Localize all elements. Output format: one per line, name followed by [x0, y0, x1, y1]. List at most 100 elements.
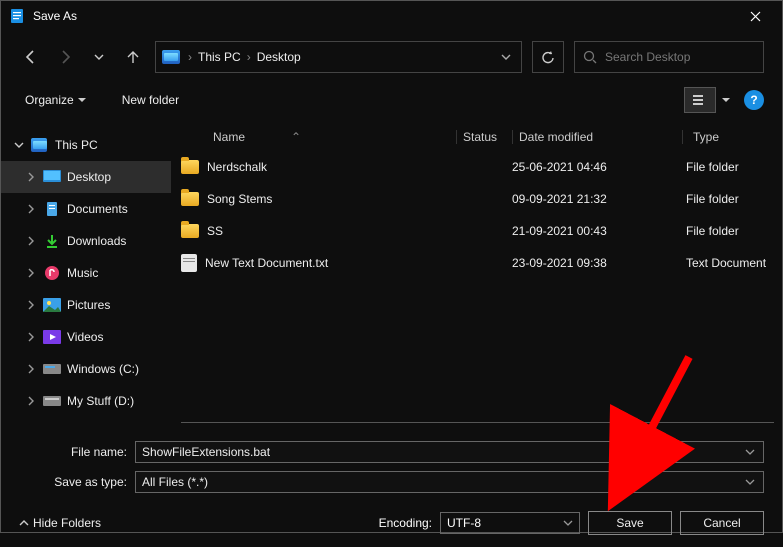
sort-caret-icon: ⌃ — [291, 130, 301, 144]
chevron-right-icon — [25, 236, 37, 246]
toolbar: Organize New folder ? — [1, 83, 782, 123]
address-bar[interactable]: › This PC › Desktop — [155, 41, 522, 73]
file-name: Song Stems — [207, 192, 272, 206]
column-headers: Name⌃ Status Date modified Type — [171, 123, 782, 151]
chevron-right-icon: › — [188, 50, 192, 64]
file-name: New Text Document.txt — [205, 256, 328, 270]
chevron-right-icon — [25, 204, 37, 214]
tree-videos[interactable]: Videos — [1, 321, 171, 353]
search-input[interactable]: Search Desktop — [574, 41, 764, 73]
search-placeholder: Search Desktop — [605, 50, 690, 64]
view-dropdown[interactable] — [720, 94, 732, 106]
horizontal-scrollbar[interactable] — [181, 422, 774, 423]
filename-row: File name: — [1, 437, 782, 467]
back-button[interactable] — [19, 45, 43, 69]
forward-button[interactable] — [53, 45, 77, 69]
file-date: 25-06-2021 04:46 — [512, 160, 682, 174]
file-row[interactable]: New Text Document.txt 23-09-2021 09:38Tex… — [171, 247, 782, 279]
close-button[interactable] — [732, 1, 778, 31]
file-type: Text Document — [682, 256, 782, 270]
window-title: Save As — [33, 9, 732, 23]
breadcrumb-root[interactable]: This PC — [198, 50, 241, 64]
tree-drive-d[interactable]: My Stuff (D:) — [1, 385, 171, 417]
column-name[interactable]: Name⌃ — [181, 130, 456, 144]
chevron-right-icon: › — [247, 50, 251, 64]
filename-input[interactable] — [135, 441, 764, 463]
title-bar: Save As — [1, 1, 782, 31]
drive-icon — [43, 393, 61, 409]
file-date: 21-09-2021 00:43 — [512, 224, 682, 238]
tree-label: Desktop — [67, 170, 111, 184]
tree-label: Pictures — [67, 298, 110, 312]
tree-this-pc[interactable]: This PC — [1, 129, 171, 161]
chevron-right-icon — [25, 268, 37, 278]
tree-downloads[interactable]: Downloads — [1, 225, 171, 257]
desktop-icon — [43, 169, 61, 185]
music-icon — [43, 265, 61, 281]
file-name: SS — [207, 224, 223, 238]
file-date: 23-09-2021 09:38 — [512, 256, 682, 270]
save-button[interactable]: Save — [588, 511, 672, 535]
organize-button[interactable]: Organize — [19, 89, 92, 111]
footer: Hide Folders Encoding: UTF-8 Save Cancel — [1, 497, 782, 547]
tree-label: This PC — [55, 138, 98, 152]
hide-folders-button[interactable]: Hide Folders — [19, 516, 101, 530]
folder-icon — [181, 192, 199, 206]
breadcrumb-current[interactable]: Desktop — [257, 50, 301, 64]
file-row[interactable]: Song Stems 09-09-2021 21:32File folder — [171, 183, 782, 215]
address-dropdown[interactable] — [497, 52, 515, 62]
recent-dropdown[interactable] — [87, 45, 111, 69]
file-row[interactable]: SS21-09-2021 00:43File folder — [171, 215, 782, 247]
drive-icon — [43, 361, 61, 377]
this-pc-icon — [31, 137, 49, 153]
chevron-right-icon — [25, 396, 37, 406]
chevron-right-icon — [25, 300, 37, 310]
file-type: File folder — [682, 160, 782, 174]
this-pc-icon — [162, 50, 180, 64]
navigation-row: › This PC › Desktop Search Desktop — [1, 31, 782, 83]
column-status[interactable]: Status — [456, 130, 512, 144]
up-button[interactable] — [121, 45, 145, 69]
tree-pictures[interactable]: Pictures — [1, 289, 171, 321]
tree-label: My Stuff (D:) — [67, 394, 134, 408]
tree-documents[interactable]: Documents — [1, 193, 171, 225]
tree-label: Documents — [67, 202, 128, 216]
tree-drive-c[interactable]: Windows (C:) — [1, 353, 171, 385]
filename-dropdown[interactable] — [743, 447, 757, 457]
folder-icon — [181, 160, 199, 174]
filetype-dropdown[interactable] — [743, 477, 757, 487]
help-button[interactable]: ? — [744, 90, 764, 110]
tree-music[interactable]: Music — [1, 257, 171, 289]
videos-icon — [43, 329, 61, 345]
encoding-label: Encoding: — [379, 516, 432, 530]
encoding-select[interactable]: UTF-8 — [440, 512, 580, 534]
tree-label: Videos — [67, 330, 103, 344]
tree-label: Music — [67, 266, 98, 280]
file-type: File folder — [682, 192, 782, 206]
column-type[interactable]: Type — [682, 130, 782, 144]
tree-desktop[interactable]: Desktop — [1, 161, 171, 193]
column-date[interactable]: Date modified — [512, 130, 682, 144]
chevron-up-icon — [19, 518, 29, 528]
tree-label: Downloads — [67, 234, 126, 248]
notepad-icon — [9, 8, 25, 24]
pictures-icon — [43, 297, 61, 313]
filetype-select[interactable]: All Files (*.*) — [135, 471, 764, 493]
tree-label: Windows (C:) — [67, 362, 139, 376]
cancel-button[interactable]: Cancel — [680, 511, 764, 535]
chevron-right-icon — [25, 332, 37, 342]
new-folder-button[interactable]: New folder — [116, 89, 185, 111]
chevron-right-icon — [25, 172, 37, 182]
file-row[interactable]: Nerdschalk25-06-2021 04:46File folder — [171, 151, 782, 183]
file-date: 09-09-2021 21:32 — [512, 192, 682, 206]
documents-icon — [43, 201, 61, 217]
textfile-icon — [181, 254, 197, 272]
filetype-label: Save as type: — [19, 475, 127, 489]
folder-icon — [181, 224, 199, 238]
filetype-row: Save as type: All Files (*.*) — [1, 467, 782, 497]
view-options-button[interactable] — [684, 87, 716, 113]
folder-tree: This PC Desktop Documents Downloads Musi… — [1, 123, 171, 425]
chevron-right-icon — [25, 364, 37, 374]
body-split: This PC Desktop Documents Downloads Musi… — [1, 123, 782, 425]
refresh-button[interactable] — [532, 41, 564, 73]
